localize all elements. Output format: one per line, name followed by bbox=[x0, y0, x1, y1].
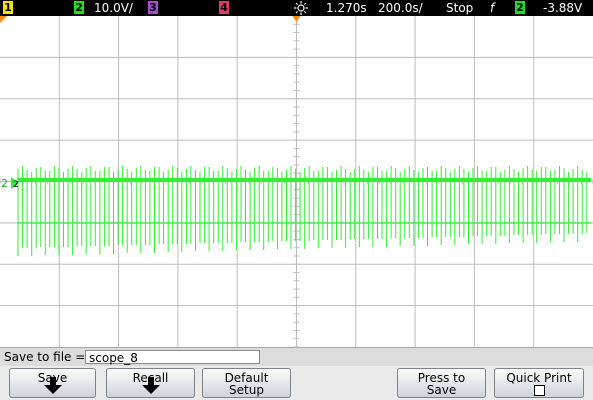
channel-4-indicator[interactable]: 4 bbox=[219, 1, 229, 14]
press-to-save-softkey[interactable]: Press to Save bbox=[397, 368, 486, 398]
waveform-display[interactable]: 2 2 bbox=[0, 16, 593, 347]
softkey-bar: Save Recall Default Setup Press to Save … bbox=[0, 366, 593, 400]
quick-print-label: Quick Print bbox=[506, 371, 572, 385]
quick-print-softkey[interactable]: Quick Print bbox=[494, 368, 584, 398]
down-arrow-icon bbox=[43, 377, 62, 394]
channel-2-scale: 10.0V/ bbox=[94, 1, 133, 15]
svg-text:2: 2 bbox=[1, 177, 8, 190]
run-state: Stop bbox=[446, 1, 474, 15]
channel-2-indicator[interactable]: 2 bbox=[74, 1, 84, 14]
default-setup-softkey[interactable]: Default Setup bbox=[202, 368, 291, 398]
channel-1-indicator[interactable]: 1 bbox=[3, 1, 13, 14]
default-setup-label-line1: Default bbox=[224, 371, 269, 385]
press-to-save-label-line2: Save bbox=[426, 383, 457, 397]
time-offset: 1.270s bbox=[326, 1, 367, 15]
trigger-source-indicator: 2 bbox=[515, 1, 525, 14]
trigger-slope-icon: f bbox=[490, 1, 495, 15]
save-file-row: Save to file = scope_8 bbox=[0, 347, 593, 367]
default-setup-label-line2: Setup bbox=[229, 383, 264, 397]
filename-field[interactable]: scope_8 bbox=[85, 350, 260, 365]
svg-text:2: 2 bbox=[13, 180, 19, 190]
recall-softkey[interactable]: Recall bbox=[106, 368, 195, 398]
trigger-position-marker bbox=[0, 16, 7, 23]
save-softkey[interactable]: Save bbox=[9, 368, 96, 398]
checkbox-icon bbox=[533, 385, 545, 396]
channel-2-trace-low-band bbox=[18, 222, 591, 224]
down-arrow-icon bbox=[141, 377, 160, 394]
press-to-save-label-line1: Press to bbox=[417, 371, 466, 385]
time-scale: 200.0s/ bbox=[378, 1, 423, 15]
save-to-file-label: Save to file = bbox=[4, 350, 86, 364]
channel-2-ground-marker[interactable]: 2 2 bbox=[0, 173, 28, 193]
trigger-position-icon bbox=[294, 1, 308, 17]
trigger-level: -3.88V bbox=[543, 1, 583, 15]
channel-3-indicator[interactable]: 3 bbox=[148, 1, 158, 14]
time-reference-marker bbox=[292, 16, 301, 22]
status-bar: 1 2 10.0V/ 3 4 1.270s 200.0s/ Stop f 2 -… bbox=[0, 0, 593, 16]
channel-2-trace-baseline bbox=[18, 178, 591, 182]
waveform-graticule bbox=[0, 16, 593, 347]
